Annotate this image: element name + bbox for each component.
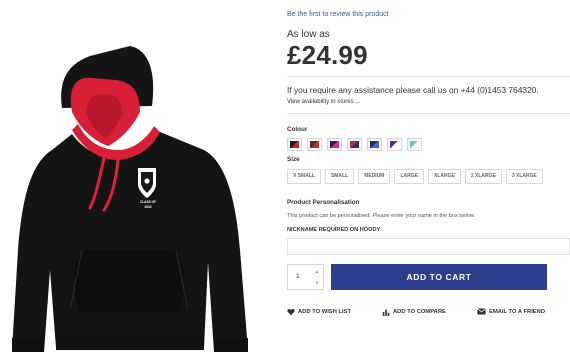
personalisation-text: This product can be personalised. Please…	[287, 213, 476, 219]
add-to-compare-link[interactable]: ADD TO COMPARE	[382, 308, 446, 316]
add-to-cart-button[interactable]: ADD TO CART	[331, 264, 547, 290]
product-actions: ADD TO WISH LIST ADD TO COMPARE EMAIL TO…	[287, 308, 570, 318]
size-option-xlarge[interactable]: XLARGE	[427, 169, 461, 184]
quantity-decrease-icon[interactable]: ▼	[312, 277, 322, 288]
colour-swatch-purple-white[interactable]	[387, 138, 402, 151]
size-option-large[interactable]: LARGE	[394, 169, 424, 184]
product-info-panel: Be the first to review this product As l…	[287, 0, 570, 358]
nickname-label: NICKNAME REQUIRED ON HOODY	[287, 227, 381, 233]
size-option-2xlarge[interactable]: 2 XLARGE	[464, 169, 502, 184]
colour-swatch-brown-red[interactable]	[307, 138, 322, 151]
hoodie-illustration	[12, 46, 248, 352]
hoodie-badge-line1: CLASS OF	[139, 200, 157, 204]
assistance-text: If you require any assistance please cal…	[287, 85, 539, 95]
email-to-friend-link[interactable]: EMAIL TO A FRIEND	[477, 308, 545, 315]
colour-swatch-mint-white[interactable]	[407, 138, 422, 151]
size-option-xsmall[interactable]: X SMALL	[287, 169, 321, 184]
compare-label: ADD TO COMPARE	[393, 309, 446, 315]
hoodie-badge-line2: 2024	[144, 205, 152, 209]
quantity-stepper[interactable]: 1 ▲ ▼	[287, 264, 324, 290]
personalisation-title: Product Personalisation	[287, 199, 360, 206]
info-divider	[287, 113, 570, 114]
stores-availability-link[interactable]: View availability in stores ...	[287, 99, 360, 105]
colour-swatch-navy-pink[interactable]	[327, 138, 342, 151]
product-image[interactable]: CLASS OF 2024	[0, 0, 270, 358]
quantity-value[interactable]: 1	[296, 273, 300, 280]
colour-swatches	[287, 138, 422, 151]
heart-icon	[287, 308, 295, 316]
nickname-input[interactable]	[287, 238, 570, 255]
size-label: Size	[287, 156, 300, 163]
colour-swatch-navy-blue[interactable]	[367, 138, 382, 151]
add-to-wish-list-link[interactable]: ADD TO WISH LIST	[287, 308, 351, 316]
envelope-icon	[477, 308, 486, 315]
colour-label: Colour	[287, 126, 308, 133]
email-label: EMAIL TO A FRIEND	[489, 308, 546, 315]
colour-swatch-black-red[interactable]	[287, 138, 302, 151]
size-options: X SMALL SMALL MEDIUM LARGE XLARGE 2 XLAR…	[287, 169, 543, 184]
size-option-small[interactable]: SMALL	[324, 169, 355, 184]
quantity-increase-icon[interactable]: ▲	[312, 266, 322, 277]
price-divider	[287, 76, 570, 77]
price-prefix: As low as	[287, 29, 330, 40]
colour-swatch-red-navy[interactable]	[347, 138, 362, 151]
size-option-3xlarge[interactable]: 3 XLARGE	[505, 169, 543, 184]
wish-list-label: ADD TO WISH LIST	[298, 309, 352, 315]
review-link[interactable]: Be the first to review this product	[287, 11, 389, 18]
price: £24.99	[287, 40, 368, 70]
bar-chart-icon	[382, 309, 390, 316]
size-option-medium[interactable]: MEDIUM	[358, 169, 391, 184]
